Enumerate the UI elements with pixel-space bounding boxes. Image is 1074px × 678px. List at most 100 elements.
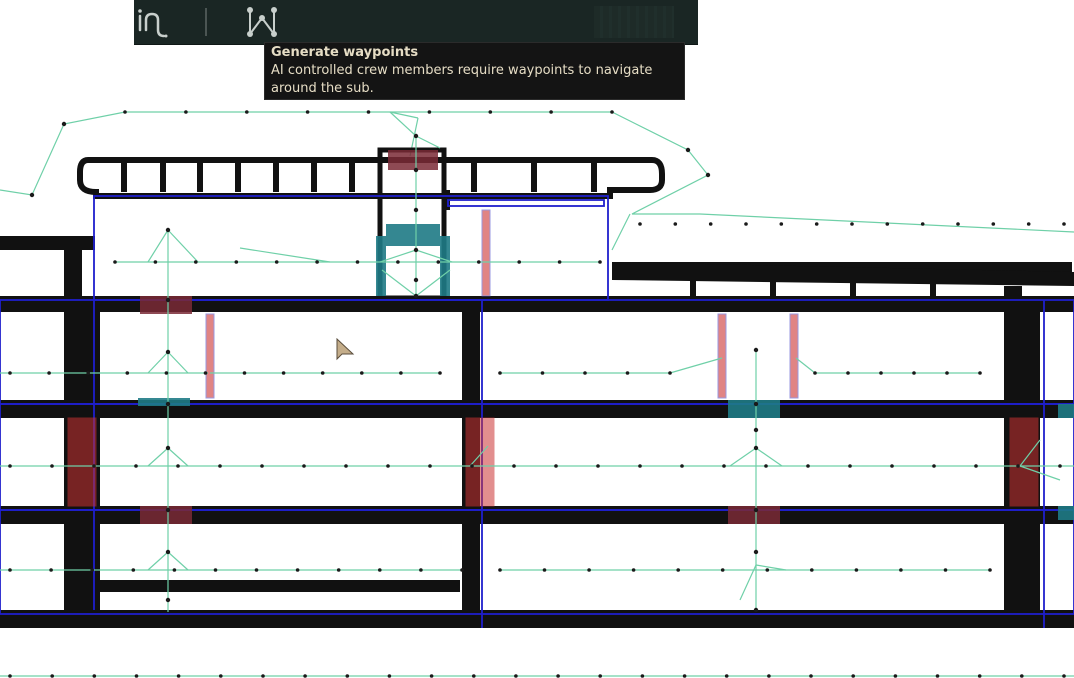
waypoint-node[interactable] xyxy=(436,260,441,264)
waypoint-node[interactable] xyxy=(153,260,158,264)
waypoint-node[interactable] xyxy=(305,110,310,114)
waypoint-node[interactable] xyxy=(935,674,940,678)
waypoint-node[interactable] xyxy=(460,568,464,572)
waypoint-node[interactable] xyxy=(399,371,403,375)
waypoint-node[interactable] xyxy=(472,674,476,678)
waypoint-node[interactable] xyxy=(413,293,419,299)
waypoint-node[interactable] xyxy=(753,607,759,613)
waypoint-node[interactable] xyxy=(708,222,713,226)
waypoint-node[interactable] xyxy=(810,568,814,572)
waypoint-node[interactable] xyxy=(50,464,54,468)
waypoint-node[interactable] xyxy=(554,464,558,468)
waypoint-node[interactable] xyxy=(673,222,678,226)
waypoint-node[interactable] xyxy=(360,371,364,375)
waypoint-node[interactable] xyxy=(413,167,419,173)
waypoint-node[interactable] xyxy=(542,568,547,572)
waypoint-node[interactable] xyxy=(134,464,138,468)
waypoint-node[interactable] xyxy=(764,464,768,468)
waypoint-node[interactable] xyxy=(848,464,852,468)
waypoint-node[interactable] xyxy=(428,464,432,468)
waypoint-node[interactable] xyxy=(753,549,759,555)
waypoint-node[interactable] xyxy=(498,568,502,572)
waypoint-node[interactable] xyxy=(176,464,180,468)
waypoint-node[interactable] xyxy=(29,192,35,198)
waypoint-node[interactable] xyxy=(336,568,341,572)
waypoint-node[interactable] xyxy=(988,568,992,572)
waypoint-node[interactable] xyxy=(893,674,898,678)
waypoint-node[interactable] xyxy=(320,371,325,375)
waypoint-node[interactable] xyxy=(638,222,642,226)
waypoint-node[interactable] xyxy=(344,464,348,468)
waypoint-node[interactable] xyxy=(977,674,982,678)
waypoint-node[interactable] xyxy=(978,371,982,375)
waypoint-node[interactable] xyxy=(753,445,759,451)
waypoint-node[interactable] xyxy=(1016,464,1020,468)
waypoint-node[interactable] xyxy=(165,297,171,303)
waypoint-node[interactable] xyxy=(943,568,948,572)
waypoint-node[interactable] xyxy=(744,222,748,226)
waypoint-node[interactable] xyxy=(165,349,171,355)
waypoint-node[interactable] xyxy=(172,568,177,572)
waypoint-node[interactable] xyxy=(753,507,759,513)
waypoint-node[interactable] xyxy=(295,568,300,572)
waypoint-node[interactable] xyxy=(254,568,259,572)
waypoint-node[interactable] xyxy=(219,674,223,678)
waypoint-node[interactable] xyxy=(668,371,672,375)
waypoint-node[interactable] xyxy=(123,110,127,114)
waypoint-node[interactable] xyxy=(638,464,642,468)
waypoint-node[interactable] xyxy=(245,110,249,114)
waypoint-node[interactable] xyxy=(164,371,169,375)
waypoint-node[interactable] xyxy=(184,110,188,114)
toolbar-button-link[interactable] xyxy=(134,3,174,41)
waypoint-node[interactable] xyxy=(680,464,684,468)
waypoint-node[interactable] xyxy=(640,674,645,678)
waypoint-node[interactable] xyxy=(165,445,171,451)
toolbar-button-generate-waypoints[interactable] xyxy=(242,3,282,41)
waypoint-node[interactable] xyxy=(974,464,978,468)
waypoint-node[interactable] xyxy=(90,568,94,572)
waypoint-node[interactable] xyxy=(242,371,247,375)
waypoint-node[interactable] xyxy=(851,674,855,678)
waypoint-node[interactable] xyxy=(261,674,265,678)
waypoint-node[interactable] xyxy=(49,568,53,572)
waypoint-node[interactable] xyxy=(131,568,136,572)
waypoint-node[interactable] xyxy=(991,222,996,226)
waypoint-node[interactable] xyxy=(899,568,903,572)
waypoint-node[interactable] xyxy=(682,674,687,678)
waypoint-node[interactable] xyxy=(1062,222,1066,226)
waypoint-node[interactable] xyxy=(890,464,894,468)
waypoint-node[interactable] xyxy=(477,260,481,264)
waypoint-node[interactable] xyxy=(1026,222,1031,226)
waypoint-node[interactable] xyxy=(779,222,784,226)
waypoint-node[interactable] xyxy=(549,110,553,114)
waypoint-node[interactable] xyxy=(753,401,759,407)
waypoint-node[interactable] xyxy=(387,674,392,678)
waypoint-node[interactable] xyxy=(61,121,67,127)
waypoint-node[interactable] xyxy=(92,464,96,468)
waypoint-node[interactable] xyxy=(596,464,600,468)
waypoint-node[interactable] xyxy=(806,464,810,468)
waypoint-node[interactable] xyxy=(345,674,350,678)
waypoint-node[interactable] xyxy=(1020,674,1024,678)
waypoint-node[interactable] xyxy=(753,347,759,353)
waypoint-node[interactable] xyxy=(767,674,771,678)
waypoint-node[interactable] xyxy=(274,260,279,264)
waypoint-node[interactable] xyxy=(846,371,850,375)
waypoint-node[interactable] xyxy=(176,674,181,678)
waypoint-node[interactable] xyxy=(438,371,442,375)
waypoint-node[interactable] xyxy=(920,222,925,226)
waypoint-node[interactable] xyxy=(302,464,306,468)
waypoint-node[interactable] xyxy=(587,568,591,572)
waypoint-node[interactable] xyxy=(724,674,729,678)
waypoint-node[interactable] xyxy=(429,674,434,678)
waypoint-node[interactable] xyxy=(427,110,432,114)
waypoint-node[interactable] xyxy=(125,371,130,375)
waypoint-node[interactable] xyxy=(234,260,239,264)
waypoint-node[interactable] xyxy=(631,568,636,572)
waypoint-node[interactable] xyxy=(488,110,493,114)
waypoint-node[interactable] xyxy=(378,568,382,572)
waypoint-node[interactable] xyxy=(625,371,630,375)
waypoint-node[interactable] xyxy=(557,260,562,264)
waypoint-node[interactable] xyxy=(218,464,222,468)
waypoint-node[interactable] xyxy=(470,464,474,468)
